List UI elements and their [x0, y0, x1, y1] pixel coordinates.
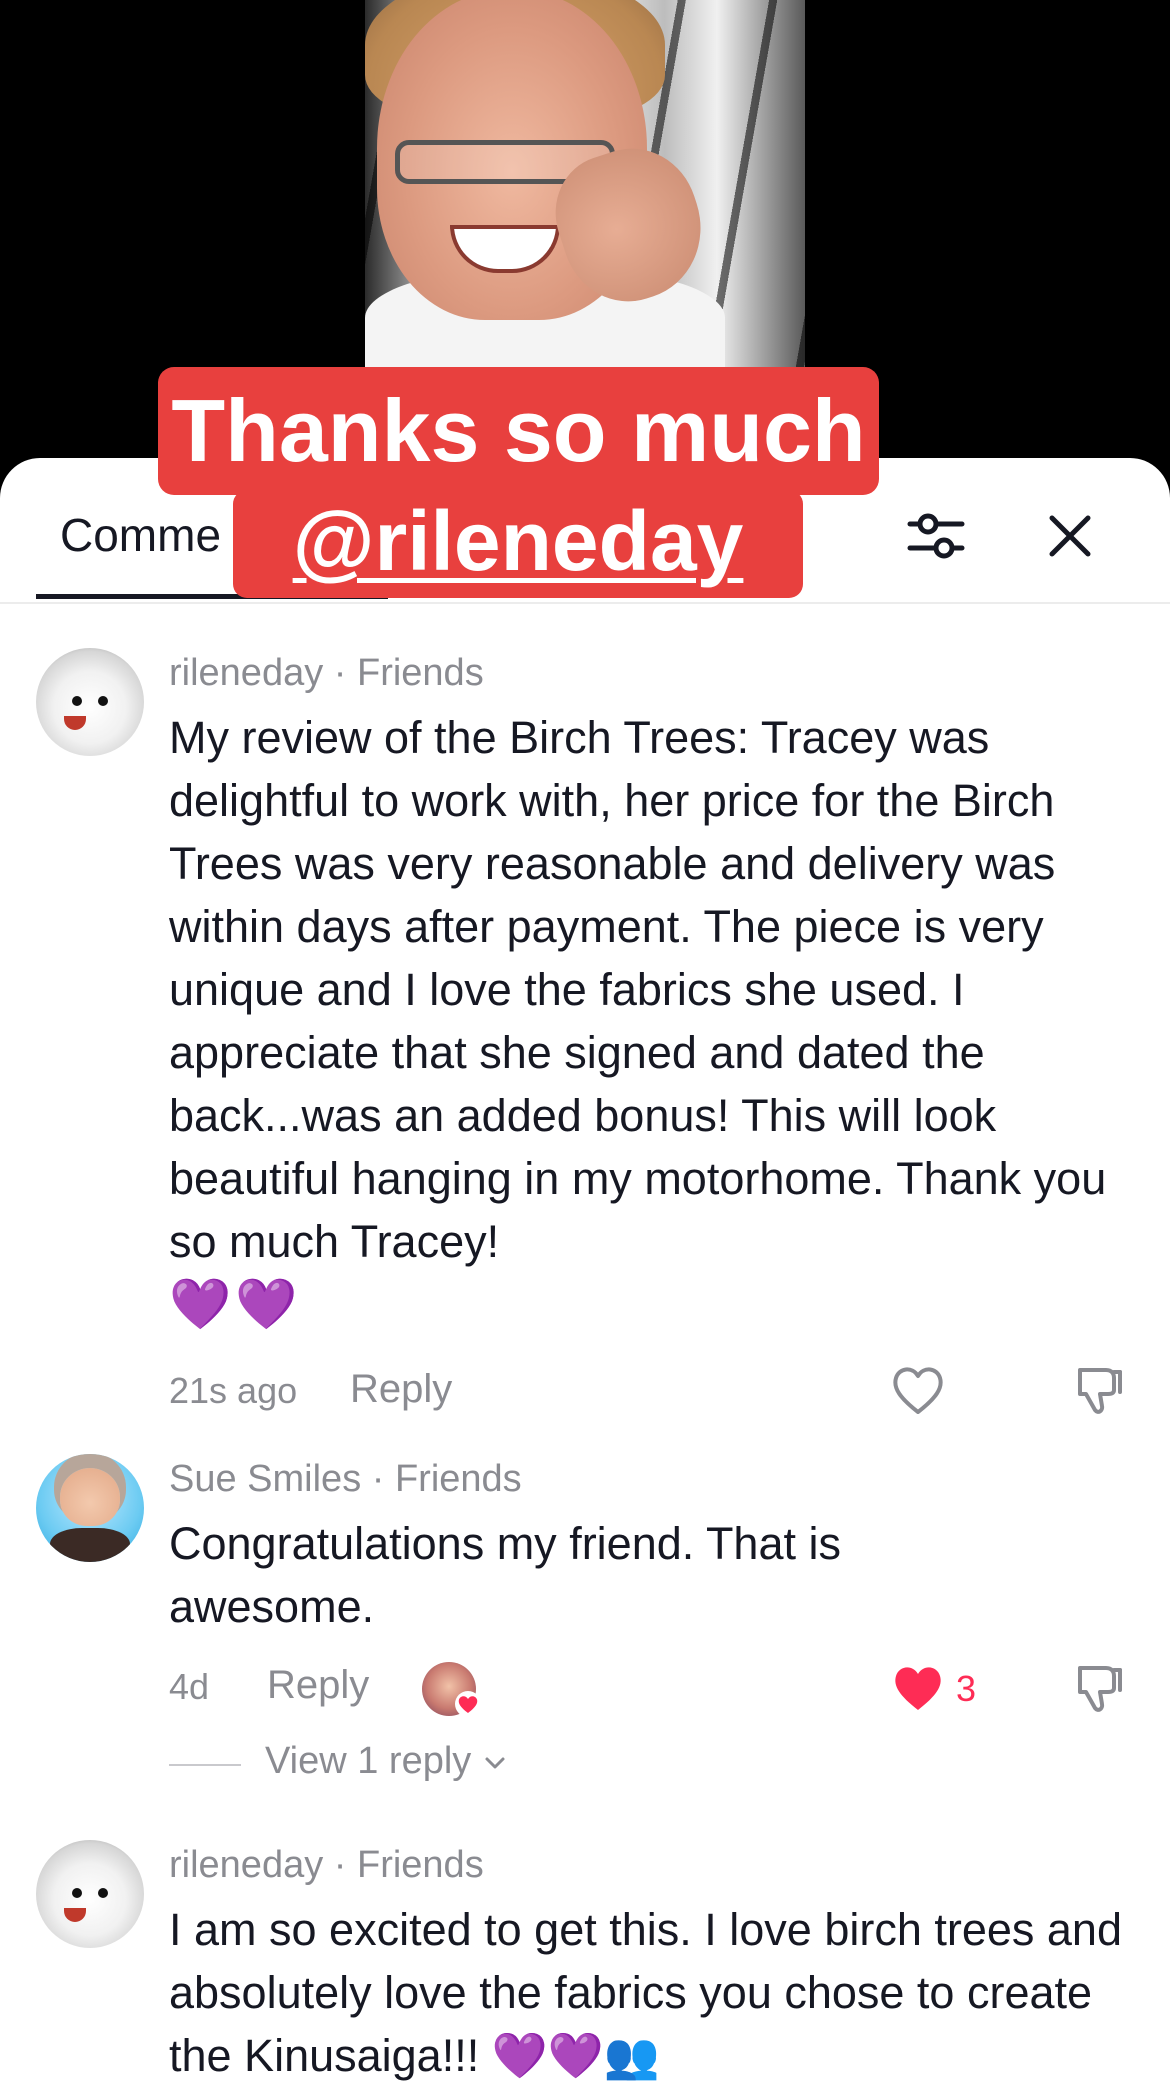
- dislike-button[interactable]: [1068, 1658, 1128, 1718]
- close-button[interactable]: [1034, 500, 1106, 572]
- reply-button[interactable]: Reply: [267, 1663, 369, 1708]
- comment-text: My review of the Birch Trees: Tracey was…: [169, 706, 1144, 1336]
- heart-outline-icon: [893, 1367, 943, 1414]
- video-caption-mention[interactable]: @rileneday: [233, 490, 803, 598]
- replies-divider: [169, 1764, 241, 1766]
- like-count: 3: [956, 1668, 977, 1709]
- comment-text: Congratulations my friend. That is aweso…: [169, 1518, 841, 1632]
- comment-text: I am so excited to get this. I love birc…: [169, 1904, 1122, 2081]
- avatar[interactable]: [36, 648, 144, 756]
- purple-heart-emoji: 💜💜: [169, 1276, 302, 1332]
- thumbs-down-icon: [1078, 1666, 1122, 1712]
- reply-button[interactable]: Reply: [350, 1367, 452, 1412]
- view-replies-label: View 1 reply: [265, 1740, 472, 1782]
- filter-button[interactable]: [900, 500, 972, 572]
- dislike-button[interactable]: [1068, 1360, 1128, 1420]
- like-button[interactable]: [888, 1360, 948, 1420]
- comment-author-meta[interactable]: Sue Smiles · Friends: [169, 1458, 522, 1501]
- video-frame: [365, 0, 805, 372]
- heart-badge-icon: [455, 1691, 481, 1717]
- like-button[interactable]: [888, 1658, 948, 1718]
- close-icon: [1049, 515, 1091, 557]
- tab-comments[interactable]: Comme: [60, 508, 221, 562]
- comment-author-meta[interactable]: rileneday · Friends: [169, 1844, 484, 1887]
- heart-filled-icon: [895, 1667, 941, 1710]
- thumbs-down-icon: [1078, 1368, 1122, 1414]
- comment-timestamp: 21s ago: [169, 1370, 298, 1411]
- avatar[interactable]: [36, 1454, 144, 1562]
- comment-text-body: My review of the Birch Trees: Tracey was…: [169, 712, 1107, 1267]
- video-caption-line-1: Thanks so much: [158, 367, 879, 495]
- comments-sheet: Comme rileneday · Friends My review of t…: [0, 458, 1170, 2081]
- view-replies-button[interactable]: View 1 reply: [265, 1740, 508, 1783]
- avatar[interactable]: [36, 1840, 144, 1948]
- comment-timestamp: 4d: [169, 1666, 210, 1707]
- sliders-icon: [907, 513, 965, 559]
- chevron-down-icon: [485, 1757, 505, 1769]
- comment-author-meta[interactable]: rileneday · Friends: [169, 652, 484, 695]
